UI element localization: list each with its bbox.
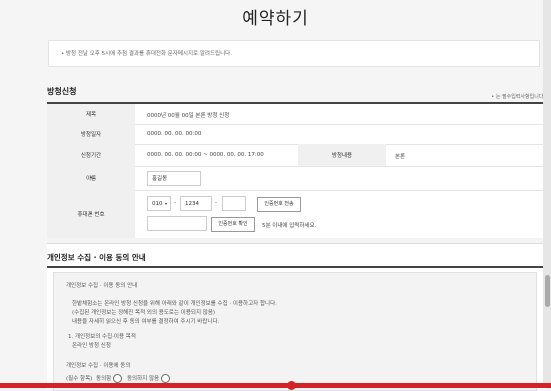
consent-line: 내용을 자세히 읽으신 후 동의 여부를 결정하여 주시기 바랍니다. bbox=[72, 319, 220, 325]
name-label: 이름 • bbox=[47, 174, 135, 182]
content-value: 본론 bbox=[395, 154, 406, 160]
playhead-icon[interactable] bbox=[287, 381, 296, 390]
video-progress-fill bbox=[0, 383, 551, 388]
phone-middle-input[interactable]: 1234 bbox=[180, 196, 212, 211]
verify-code-button[interactable]: 인증번호 확인 bbox=[211, 217, 255, 232]
subject-label: 제목 bbox=[85, 112, 97, 118]
privacy-title: 개인정보 수집 · 이용 동의 안내 bbox=[47, 253, 146, 262]
row-phone: 휴대폰 번호 • 010 ▾ - 1234 - 인증번호 전송 인증번호 확인 … bbox=[47, 190, 545, 238]
verification-code-input[interactable] bbox=[147, 216, 207, 231]
consent-agree-row: (필수 항목) 동의함 동의하지 않음 bbox=[66, 374, 171, 383]
video-progress-bar[interactable] bbox=[0, 381, 551, 390]
phone-prefix-value: 010 bbox=[152, 201, 163, 207]
page-scrollbar[interactable] bbox=[543, 0, 551, 388]
required-note: • 는 필수입력사항입니다. bbox=[491, 94, 545, 100]
consent-line: 한밭체험소는 온라인 방청 신청을 위해 아래와 같이 개인정보를 수집 · 이… bbox=[72, 301, 277, 307]
agree-no-radio[interactable] bbox=[161, 374, 171, 383]
agree-no-label: 동의하지 않음 bbox=[126, 376, 160, 382]
consent-agree-heading: 개인정보 수집 · 이용에 동의 bbox=[66, 363, 131, 369]
phone-prefix-select[interactable]: 010 ▾ bbox=[147, 196, 171, 211]
scrollbar-thumb[interactable] bbox=[545, 275, 550, 307]
date-value: 0000. 00. 00. 00:00 bbox=[147, 131, 202, 137]
agree-yes-label: 동의함 bbox=[96, 376, 112, 382]
phone-separator-1: - bbox=[174, 200, 176, 206]
phone-label-cell: 휴대폰 번호 • bbox=[47, 190, 135, 238]
phone-separator-2: - bbox=[215, 200, 217, 206]
row-date: 방청일자 0000. 00. 00. 00:00 bbox=[47, 124, 545, 145]
row-period: 신청기간 0000. 00. 00. 00:00 ~ 0000. 00. 00.… bbox=[47, 144, 545, 167]
row-subject: 제목 0000년 00월 00일 본론 방청 신청 bbox=[47, 104, 545, 125]
agree-prefix: (필수 항목) bbox=[66, 376, 93, 382]
privacy-consent-box[interactable]: 개인정보 수집 · 이용 동의 안내 한밭체험소는 온라인 방청 신청을 위해 … bbox=[53, 272, 537, 391]
required-mark: • bbox=[89, 175, 93, 181]
consent-heading: 개인정보 수집 · 이용 동의 안내 bbox=[66, 283, 138, 289]
required-mark: • bbox=[89, 211, 93, 217]
agree-yes-radio[interactable] bbox=[113, 374, 123, 383]
section-title: 방청신청 bbox=[47, 87, 77, 96]
name-label-cell: 이름 • bbox=[47, 166, 135, 190]
row-name: 이름 • 홍길동 bbox=[47, 166, 545, 191]
period-value: 0000. 00. 00. 00:00 ~ 0000. 00. 00. 17:0… bbox=[147, 152, 264, 158]
content-label-cell: 방청내용 bbox=[298, 144, 386, 166]
consent-line: (수집된 개인정보는 정해진 목적 외의 용도로는 이용되지 않음) bbox=[72, 310, 216, 316]
send-code-button[interactable]: 인증번호 전송 bbox=[257, 197, 301, 212]
name-input[interactable]: 홍길동 bbox=[147, 171, 201, 186]
notice-box: • 방청 전날 오후 5시에 추첨 결과를 휴대전화 문자메시지로 알려드립니다… bbox=[48, 40, 540, 67]
privacy-panel: 개인정보 수집 · 이용 동의 안내 개인정보 수집 · 이용 동의 안내 한밭… bbox=[47, 243, 545, 391]
subject-value: 0000년 00월 00일 본론 방청 신청 bbox=[147, 113, 230, 119]
period-label: 신청기간 bbox=[80, 153, 102, 159]
date-label: 방청일자 bbox=[80, 132, 102, 138]
page: 예약하기 • 방청 전날 오후 5시에 추첨 결과를 휴대전화 문자메시지로 알… bbox=[0, 0, 551, 391]
content-label: 방청내용 bbox=[331, 153, 353, 159]
notice-text: • 방청 전날 오후 5시에 추첨 결과를 휴대전화 문자메시지로 알려드립니다… bbox=[61, 51, 232, 57]
application-form: 제목 0000년 00월 00일 본론 방청 신청 방청일자 0000. 00.… bbox=[47, 104, 545, 238]
chevron-down-icon: ▾ bbox=[164, 201, 167, 206]
page-title: 예약하기 bbox=[242, 9, 309, 29]
privacy-rule bbox=[47, 266, 545, 268]
phone-last-input[interactable] bbox=[222, 196, 246, 211]
consent-line: 1. 개인정보의 수집·이용 목적 bbox=[68, 334, 136, 340]
verify-hint: 5분 이내에 입력하세요. bbox=[262, 223, 317, 229]
period-label-cell: 신청기간 bbox=[47, 144, 135, 166]
date-label-cell: 방청일자 bbox=[47, 124, 135, 144]
consent-line: 온라인 방청 신청 bbox=[72, 343, 111, 349]
subject-label-cell: 제목 bbox=[47, 104, 135, 124]
phone-label: 휴대폰 번호 • bbox=[47, 210, 135, 218]
